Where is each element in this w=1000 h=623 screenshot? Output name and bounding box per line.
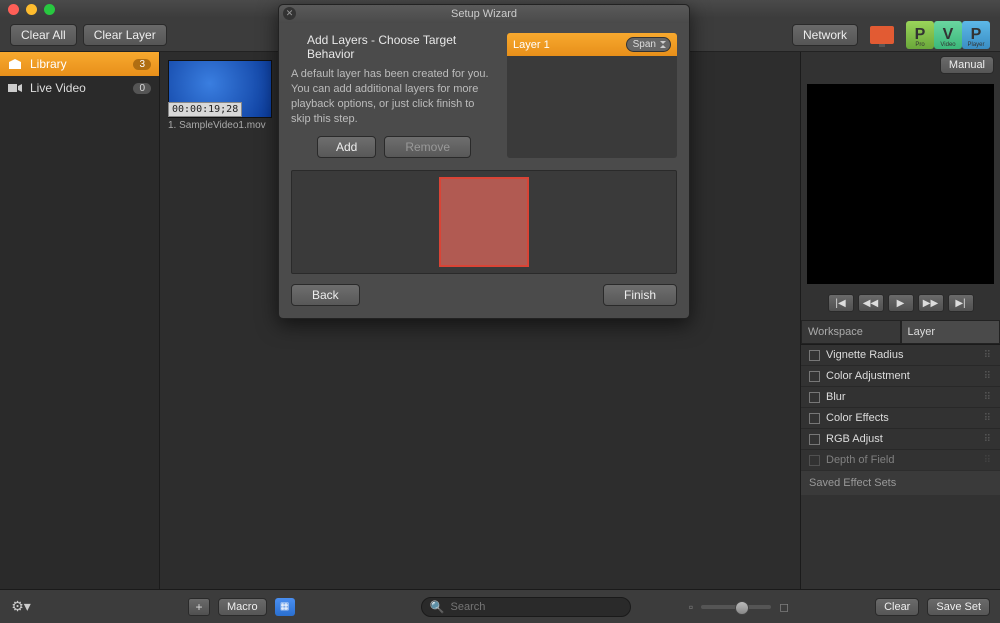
layer-name: Layer 1 — [513, 39, 550, 51]
effect-label: Color Effects — [826, 412, 889, 424]
clear-all-button[interactable]: Clear All — [10, 24, 77, 46]
effect-checkbox[interactable] — [809, 350, 820, 361]
effect-checkbox[interactable] — [809, 434, 820, 445]
drag-handle-icon[interactable]: ⠿ — [984, 413, 992, 424]
search-icon: 🔍 — [430, 600, 445, 614]
remove-layer-button[interactable]: Remove — [384, 136, 471, 158]
sidebar-item-live-video[interactable]: Live Video 0 — [0, 76, 159, 100]
drag-handle-icon[interactable]: ⠿ — [984, 455, 992, 466]
close-icon[interactable]: ✕ — [283, 7, 296, 20]
effect-checkbox[interactable] — [809, 371, 820, 382]
layer-mode-select[interactable]: Span — [626, 37, 671, 52]
manual-button[interactable]: Manual — [940, 56, 994, 74]
media-thumbnail[interactable]: 00:00:19;28 1. SampleVideo1.mov — [168, 60, 272, 131]
effect-label: Blur — [826, 391, 846, 403]
sidebar-item-library[interactable]: Library 3 — [0, 52, 159, 76]
effect-row[interactable]: Vignette Radius ⠿ — [801, 345, 1000, 366]
effect-row[interactable]: RGB Adjust ⠿ — [801, 429, 1000, 450]
effect-row[interactable]: Color Effects ⠿ — [801, 408, 1000, 429]
dialog-title: Setup Wizard — [451, 8, 517, 20]
transport-controls: |◀ ◀◀ ▶ ▶▶ ▶| — [801, 294, 1000, 312]
scale-small-icon: ▫ — [689, 600, 693, 614]
layer-list: Layer 1 Span — [507, 33, 677, 158]
thumbnail-size-slider[interactable] — [701, 605, 771, 609]
effect-checkbox[interactable] — [809, 392, 820, 403]
effect-label: Color Adjustment — [826, 370, 910, 382]
fast-forward-button[interactable]: ▶▶ — [918, 294, 944, 312]
output-monitor-icon[interactable] — [870, 26, 894, 44]
sidebar-item-label: Live Video — [30, 81, 86, 95]
network-button[interactable]: Network — [792, 24, 858, 46]
library-icon — [8, 58, 22, 70]
setup-wizard-dialog: ✕ Setup Wizard Add Layers - Choose Targe… — [278, 4, 690, 319]
logo-pro: PPro — [906, 21, 934, 49]
clear-layer-button[interactable]: Clear Layer — [83, 24, 167, 46]
tab-workspace[interactable]: Workspace — [801, 320, 901, 344]
inspector-panel: Manual |◀ ◀◀ ▶ ▶▶ ▶| Workspace Layer Vig… — [800, 52, 1000, 589]
add-button[interactable]: + — [188, 598, 210, 616]
scale-large-icon: ◻ — [779, 600, 789, 614]
effect-label: Vignette Radius — [826, 349, 903, 361]
skip-back-button[interactable]: |◀ — [828, 294, 854, 312]
screen-rect[interactable] — [439, 177, 529, 267]
search-field[interactable]: 🔍 — [421, 597, 631, 617]
dialog-subtitle: Add Layers - Choose Target Behavior — [291, 33, 497, 61]
search-input[interactable] — [451, 601, 622, 613]
effect-row[interactable]: Depth of Field ⠿ — [801, 450, 1000, 471]
rewind-button[interactable]: ◀◀ — [858, 294, 884, 312]
effect-label: RGB Adjust — [826, 433, 883, 445]
thumbnail-filename: 1. SampleVideo1.mov — [168, 120, 272, 131]
drag-handle-icon[interactable]: ⠿ — [984, 392, 992, 403]
bottom-toolbar: ⚙︎▾ + Macro ▦ 🔍 ▫ ◻ Clear Save Set — [0, 589, 1000, 623]
dialog-titlebar: ✕ Setup Wizard — [279, 5, 689, 23]
saved-effects-header: Saved Effect Sets — [801, 471, 1000, 495]
minimize-window[interactable] — [26, 4, 37, 15]
back-button[interactable]: Back — [291, 284, 360, 306]
grid-mode-icon[interactable]: ▦ — [275, 598, 295, 616]
play-button[interactable]: ▶ — [888, 294, 914, 312]
logo-player: PPlayer — [962, 21, 990, 49]
effect-checkbox[interactable] — [809, 413, 820, 424]
add-layer-button[interactable]: Add — [317, 136, 376, 158]
clear-button[interactable]: Clear — [875, 598, 919, 616]
effect-row[interactable]: Color Adjustment ⠿ — [801, 366, 1000, 387]
settings-menu[interactable]: ⚙︎▾ — [10, 598, 32, 616]
macro-button[interactable]: Macro — [218, 598, 267, 616]
app-logo-group: PPro VVideo PPlayer — [906, 21, 990, 49]
effect-checkbox[interactable] — [809, 455, 820, 466]
inspector-tabs: Workspace Layer — [801, 320, 1000, 345]
effect-row[interactable]: Blur ⠿ — [801, 387, 1000, 408]
close-window[interactable] — [8, 4, 19, 15]
save-set-button[interactable]: Save Set — [927, 598, 990, 616]
drag-handle-icon[interactable]: ⠿ — [984, 434, 992, 445]
dialog-description: A default layer has been created for you… — [291, 67, 497, 126]
logo-video: VVideo — [934, 21, 962, 49]
effects-list: Vignette Radius ⠿ Color Adjustment ⠿ Blur ⠿… — [801, 345, 1000, 589]
layer-row[interactable]: Layer 1 Span — [507, 33, 677, 56]
tab-layer[interactable]: Layer — [901, 320, 1000, 344]
sidebar-badge: 3 — [133, 59, 151, 70]
finish-button[interactable]: Finish — [603, 284, 677, 306]
skip-forward-button[interactable]: ▶| — [948, 294, 974, 312]
zoom-window[interactable] — [44, 4, 55, 15]
camera-icon — [8, 83, 22, 93]
thumbnail-timecode: 00:00:19;28 — [168, 102, 242, 117]
drag-handle-icon[interactable]: ⠿ — [984, 371, 992, 382]
effect-label: Depth of Field — [826, 454, 894, 466]
preview-output — [807, 84, 994, 284]
sidebar-item-label: Library — [30, 57, 67, 71]
screen-layout-preview — [291, 170, 677, 274]
left-sidebar: Library 3 Live Video 0 — [0, 52, 160, 589]
drag-handle-icon[interactable]: ⠿ — [984, 350, 992, 361]
sidebar-badge: 0 — [133, 83, 151, 94]
